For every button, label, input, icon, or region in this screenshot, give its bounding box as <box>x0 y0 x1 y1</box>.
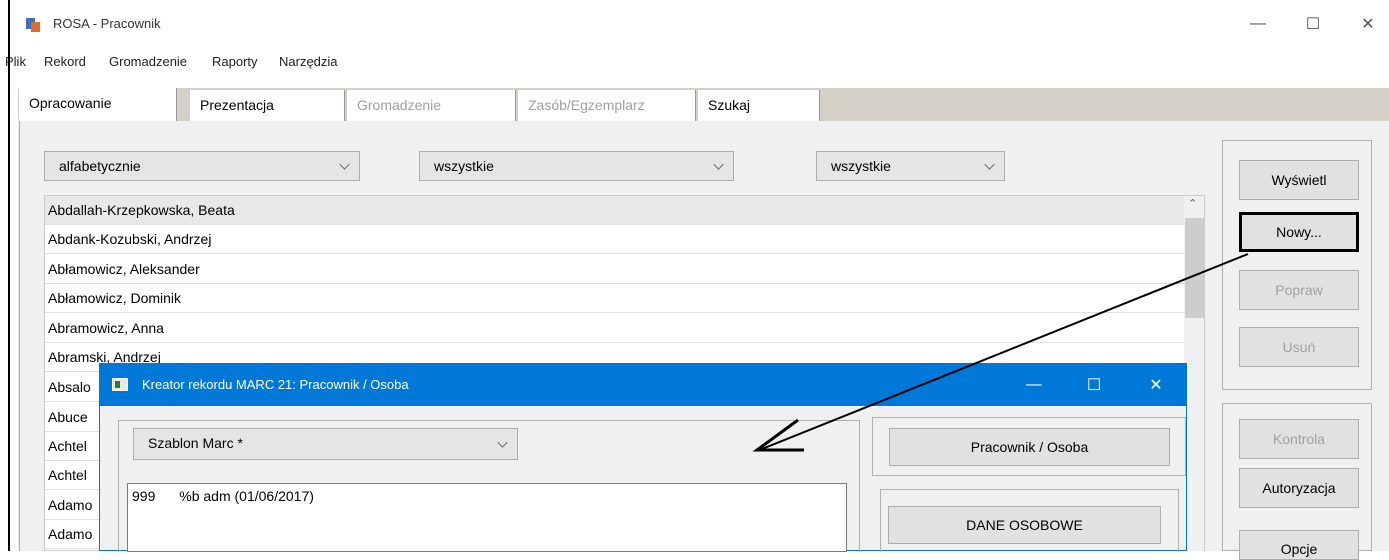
list-item[interactable]: Abdank-Kozubski, Andrzej <box>45 225 1185 254</box>
filter-dropdown-1-value: wszystkie <box>434 158 494 174</box>
dialog-title: Kreator rekordu MARC 21: Pracownik / Oso… <box>142 377 409 392</box>
marc-tag: 999 <box>132 488 156 504</box>
window-title: ROSA - Pracownik <box>53 16 161 31</box>
template-dropdown[interactable]: Szablon Marc * <box>133 428 518 460</box>
tab-gromadzenie[interactable]: Gromadzenie <box>347 90 516 121</box>
tab-opracowanie[interactable]: Opracowanie <box>19 88 177 121</box>
maximize-button[interactable]: ☐ <box>1290 8 1336 40</box>
check-button[interactable]: Kontrola <box>1239 419 1359 459</box>
marc-record-textarea[interactable]: 999 %b adm (01/06/2017) <box>127 483 847 552</box>
menu-gromadzenie[interactable]: Gromadzenie <box>109 54 187 69</box>
template-dropdown-value: Szablon Marc * <box>148 435 243 451</box>
window-left-border <box>8 0 10 551</box>
dialog-minimize-button[interactable]: — <box>1014 372 1054 398</box>
panel-left-edge <box>19 121 20 551</box>
menu-bar: Plik Rekord Gromadzenie Raporty Narzędzi… <box>0 52 1389 74</box>
chevron-down-icon <box>984 159 995 170</box>
dialog-app-icon <box>112 378 128 391</box>
marc-record-dialog: Kreator rekordu MARC 21: Pracownik / Oso… <box>99 363 1187 552</box>
personal-data-button[interactable]: DANE OSOBOWE <box>888 506 1161 544</box>
dialog-maximize-button[interactable]: ☐ <box>1074 372 1114 398</box>
tab-szukaj[interactable]: Szukaj <box>698 90 820 121</box>
chevron-down-icon <box>339 159 350 170</box>
filter-dropdown-2-value: wszystkie <box>831 158 891 174</box>
filter-dropdown-1[interactable]: wszystkie <box>419 151 734 181</box>
edit-button[interactable]: Popraw <box>1239 270 1359 310</box>
menu-rekord[interactable]: Rekord <box>44 54 86 69</box>
title-bar: ROSA - Pracownik — ☐ ✕ <box>0 0 1389 50</box>
record-type-button[interactable]: Pracownik / Osoba <box>889 428 1170 466</box>
list-item[interactable]: Abłamowicz, Dominik <box>45 284 1185 313</box>
authorize-button[interactable]: Autoryzacja <box>1239 468 1359 508</box>
sort-dropdown[interactable]: alfabetycznie <box>44 151 360 181</box>
marc-value: %b adm (01/06/2017) <box>179 488 314 504</box>
close-button[interactable]: ✕ <box>1345 8 1389 40</box>
filter-dropdown-2[interactable]: wszystkie <box>816 151 1005 181</box>
chevron-down-icon <box>497 437 508 448</box>
rosa-app-icon <box>26 18 40 32</box>
menu-raporty[interactable]: Raporty <box>212 54 258 69</box>
menu-narzedzia[interactable]: Narzędzia <box>279 54 338 69</box>
minimize-button[interactable]: — <box>1235 8 1281 40</box>
sort-dropdown-value: alfabetycznie <box>59 158 141 174</box>
chevron-down-icon <box>713 159 724 170</box>
show-button[interactable]: Wyświetl <box>1239 160 1359 200</box>
dialog-title-bar[interactable]: Kreator rekordu MARC 21: Pracownik / Oso… <box>100 364 1187 406</box>
scroll-up-icon[interactable]: ⌃ <box>1188 197 1197 210</box>
list-item[interactable]: Abdallah-Krzepkowska, Beata <box>45 196 1185 225</box>
options-button[interactable]: Opcje <box>1239 530 1359 560</box>
new-button[interactable]: Nowy... <box>1239 212 1359 252</box>
tab-zasob-egzemplarz[interactable]: Zasób/Egzemplarz <box>518 90 696 121</box>
dialog-close-button[interactable]: ✕ <box>1136 372 1176 398</box>
delete-button[interactable]: Usuń <box>1239 327 1359 367</box>
list-item[interactable]: Abłamowicz, Aleksander <box>45 255 1185 284</box>
scrollbar-thumb[interactable] <box>1185 218 1204 318</box>
tab-strip: Opracowanie Prezentacja Gromadzenie Zasó… <box>18 88 1389 121</box>
tab-prezentacja[interactable]: Prezentacja <box>190 90 345 121</box>
list-item[interactable]: Abramowicz, Anna <box>45 314 1185 343</box>
